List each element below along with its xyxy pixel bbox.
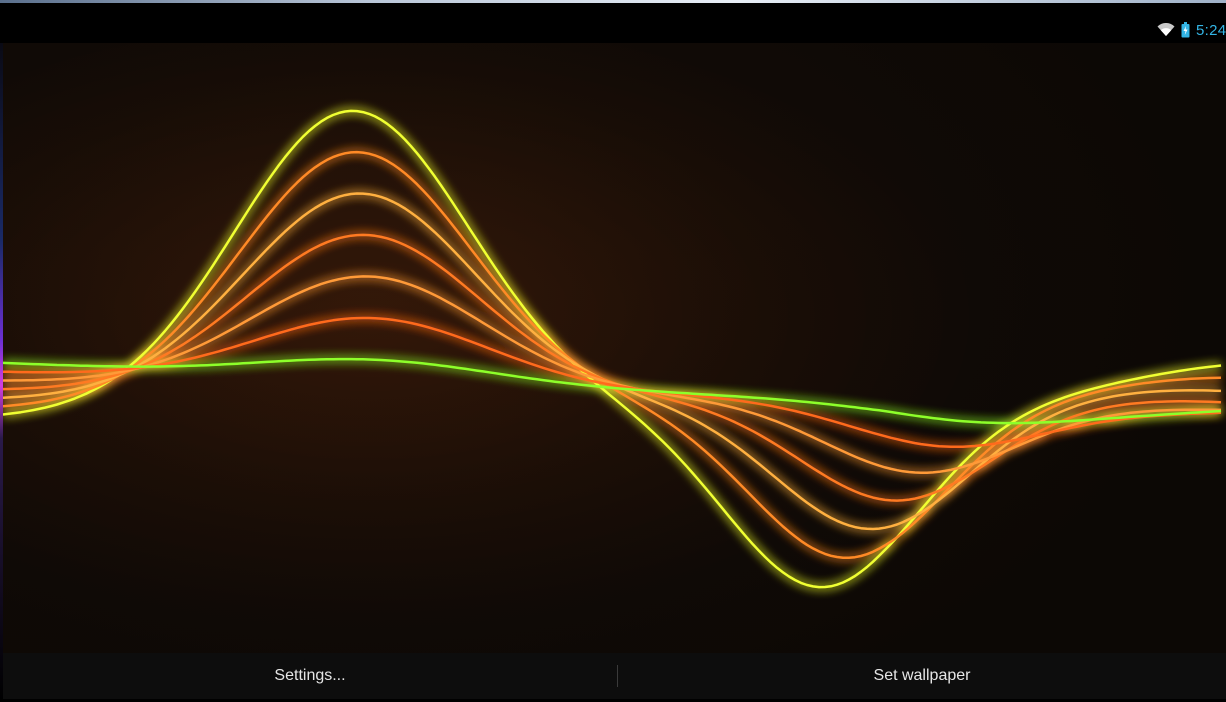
- status-clock: 5:24: [1196, 21, 1226, 39]
- wave-wallpaper: [3, 43, 1226, 653]
- wallpaper-action-bar: Settings... Set wallpaper: [3, 653, 1226, 699]
- set-wallpaper-button[interactable]: Set wallpaper: [618, 653, 1226, 699]
- wave-canvas: [3, 43, 1226, 653]
- battery-icon: [1181, 22, 1190, 38]
- settings-button[interactable]: Settings...: [3, 653, 617, 699]
- live-wallpaper-preview: 5:24 Settings... Set wallpaper: [0, 0, 1226, 702]
- status-bar: 5:24: [0, 3, 1226, 43]
- wifi-icon: [1157, 23, 1175, 37]
- status-icons: 5:24: [1157, 19, 1226, 41]
